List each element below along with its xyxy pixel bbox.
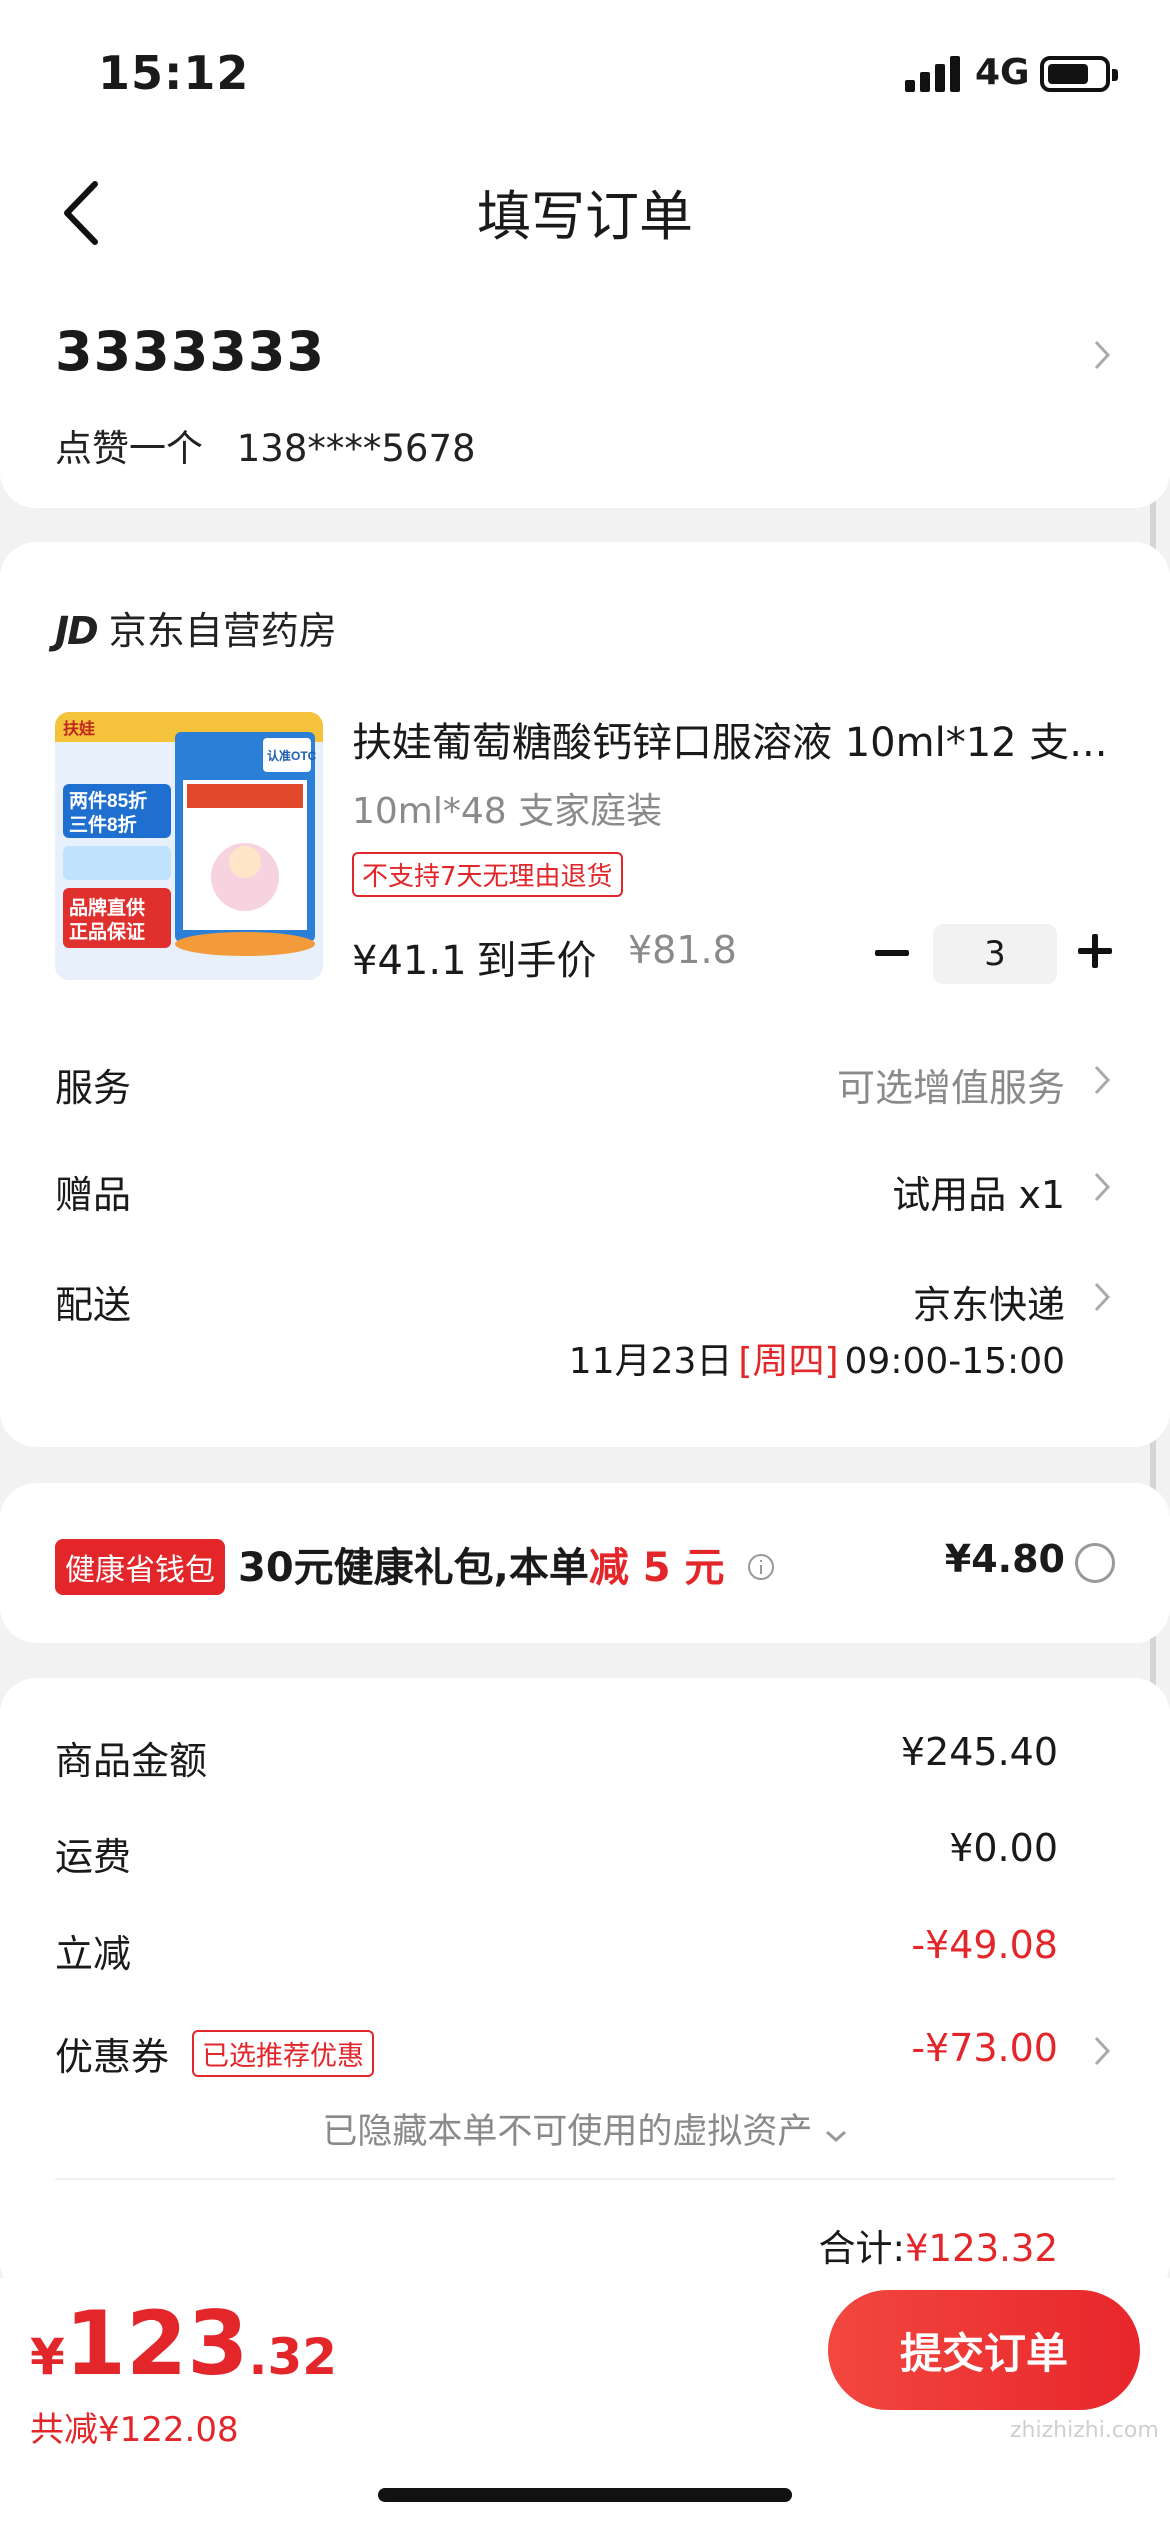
product-title[interactable]: 扶娃葡萄糖酸钙锌口服溶液 10ml*12 支...: [352, 710, 1122, 768]
wallet-radio[interactable]: [1075, 1543, 1115, 1583]
svg-text:扶娃: 扶娃: [63, 719, 95, 738]
product-spec: 10ml*48 支家庭装: [352, 791, 663, 832]
status-time: 15:12: [98, 46, 250, 100]
payable-price: ¥123.32: [30, 2292, 337, 2395]
address-card[interactable]: 3333333 点赞一个 138****5678: [0, 270, 1170, 508]
network-type: 4G: [975, 52, 1030, 93]
receiver-name: 3333333: [55, 320, 326, 383]
price-label: 到手价: [476, 938, 597, 984]
store-name[interactable]: JD 京东自营药房: [55, 600, 337, 655]
gift-value[interactable]: 试用品 x1: [892, 1164, 1065, 1219]
chevron-right-icon: [1094, 340, 1111, 370]
svg-text:三件8折: 三件8折: [69, 813, 137, 836]
product-card: JD 京东自营药房 扶娃 认准OTC 两件85折 三件8折 品牌直供 正品保证 扶…: [0, 542, 1170, 1447]
hidden-assets-text: 已隐藏本单不可使用的虚拟资产: [322, 2112, 813, 2152]
coupon-label: 优惠券: [55, 2035, 170, 2079]
delivery-label: 配送: [55, 1283, 132, 1327]
health-wallet-card: 健康省钱包 30元健康礼包,本单减 5 元 ¥4.80: [0, 1483, 1170, 1643]
jd-logo: JD: [55, 609, 99, 653]
svg-text:认准OTC: 认准OTC: [267, 748, 317, 763]
chevron-right-icon: [1094, 2036, 1111, 2066]
submit-order-button[interactable]: 提交订单: [828, 2290, 1140, 2410]
info-icon[interactable]: [747, 1553, 775, 1581]
home-indicator[interactable]: [378, 2488, 792, 2502]
discount-amount: -¥49.08: [911, 1923, 1058, 1967]
final-price: ¥41.1 到手价: [352, 928, 597, 986]
saved-amount: 共减¥122.08: [30, 2410, 239, 2450]
original-price: ¥81.8: [628, 928, 737, 972]
freight-label: 运费: [55, 1835, 132, 1879]
chevron-right-icon: [1094, 1172, 1111, 1202]
total-line: 合计:¥123.32: [819, 2218, 1058, 2272]
gift-label: 赠品: [55, 1173, 132, 1217]
svg-text:正品保证: 正品保证: [69, 920, 145, 943]
chevron-right-icon: [1094, 1282, 1111, 1312]
summary-card: 商品金额 ¥245.40 运费 ¥0.00 立减 -¥49.08 优惠券 已选推…: [0, 1678, 1170, 2298]
currency-symbol: ¥: [30, 2328, 65, 2386]
product-image[interactable]: 扶娃 认准OTC 两件85折 三件8折 品牌直供 正品保证: [55, 712, 323, 980]
wallet-text: 30元健康礼包,本单减 5 元: [238, 1535, 725, 1593]
quantity-input[interactable]: 3: [933, 924, 1057, 984]
signal-icon: [905, 56, 961, 92]
product-box-illustration: 扶娃 认准OTC 两件85折 三件8折 品牌直供 正品保证: [55, 712, 323, 980]
freight-amount: ¥0.00: [949, 1826, 1058, 1870]
goods-amount: ¥245.40: [900, 1730, 1058, 1774]
chevron-right-icon: [1094, 1065, 1111, 1095]
status-bar: 15:12 4G: [0, 0, 1170, 140]
delivery-time: 11月23日 [周四] 09:00-15:00: [569, 1332, 1065, 1384]
wallet-price: ¥4.80: [944, 1537, 1065, 1581]
wallet-tag: 健康省钱包: [55, 1539, 225, 1595]
chevron-down-icon: [825, 2130, 846, 2143]
page-title: 填写订单: [477, 185, 693, 248]
price-value: ¥41.1: [352, 938, 467, 984]
goods-amount-label: 商品金额: [55, 1739, 208, 1783]
price-integer: 123: [64, 2292, 249, 2395]
contact-phone: 138****5678: [236, 427, 476, 470]
no-return-tag: 不支持7天无理由退货: [352, 852, 623, 897]
contact-name: 点赞一个: [55, 427, 203, 470]
delivery-window: 09:00-15:00: [844, 1341, 1065, 1382]
divider: [55, 2178, 1115, 2180]
coupon-tag: 已选推荐优惠: [192, 2030, 374, 2077]
discount-label: 立减: [55, 1932, 132, 1976]
total-amount: ¥123.32: [904, 2227, 1058, 2270]
store-label: 京东自营药房: [108, 609, 337, 653]
service-label: 服务: [55, 1066, 132, 1110]
delivery-weekday: [周四]: [738, 1341, 839, 1382]
delivery-date: 11月23日: [568, 1341, 733, 1382]
svg-text:品牌直供: 品牌直供: [69, 896, 145, 919]
nav-bar: 填写订单: [0, 140, 1170, 270]
coupon-amount[interactable]: -¥73.00: [911, 2026, 1058, 2070]
delivery-value[interactable]: 京东快递: [913, 1274, 1065, 1329]
battery-icon: [1040, 56, 1118, 92]
quantity-minus-button[interactable]: [875, 950, 909, 956]
receiver-contact: 点赞一个 138****5678: [55, 418, 476, 472]
hidden-assets-toggle[interactable]: 已隐藏本单不可使用的虚拟资产: [0, 2103, 1170, 2154]
watermark: zhizhizhi.com: [1010, 2418, 1159, 2443]
service-value[interactable]: 可选增值服务: [837, 1057, 1065, 1112]
bottom-bar: ¥123.32 共减¥122.08 提交订单: [0, 2278, 1170, 2532]
wallet-desc: 30元健康礼包,本单: [238, 1545, 589, 1591]
wallet-highlight: 减 5 元: [588, 1545, 725, 1591]
svg-text:两件85折: 两件85折: [69, 789, 147, 812]
price-decimal: .32: [248, 2328, 338, 2386]
quantity-plus-button[interactable]: [1078, 934, 1112, 968]
total-label: 合计:: [818, 2227, 905, 2270]
